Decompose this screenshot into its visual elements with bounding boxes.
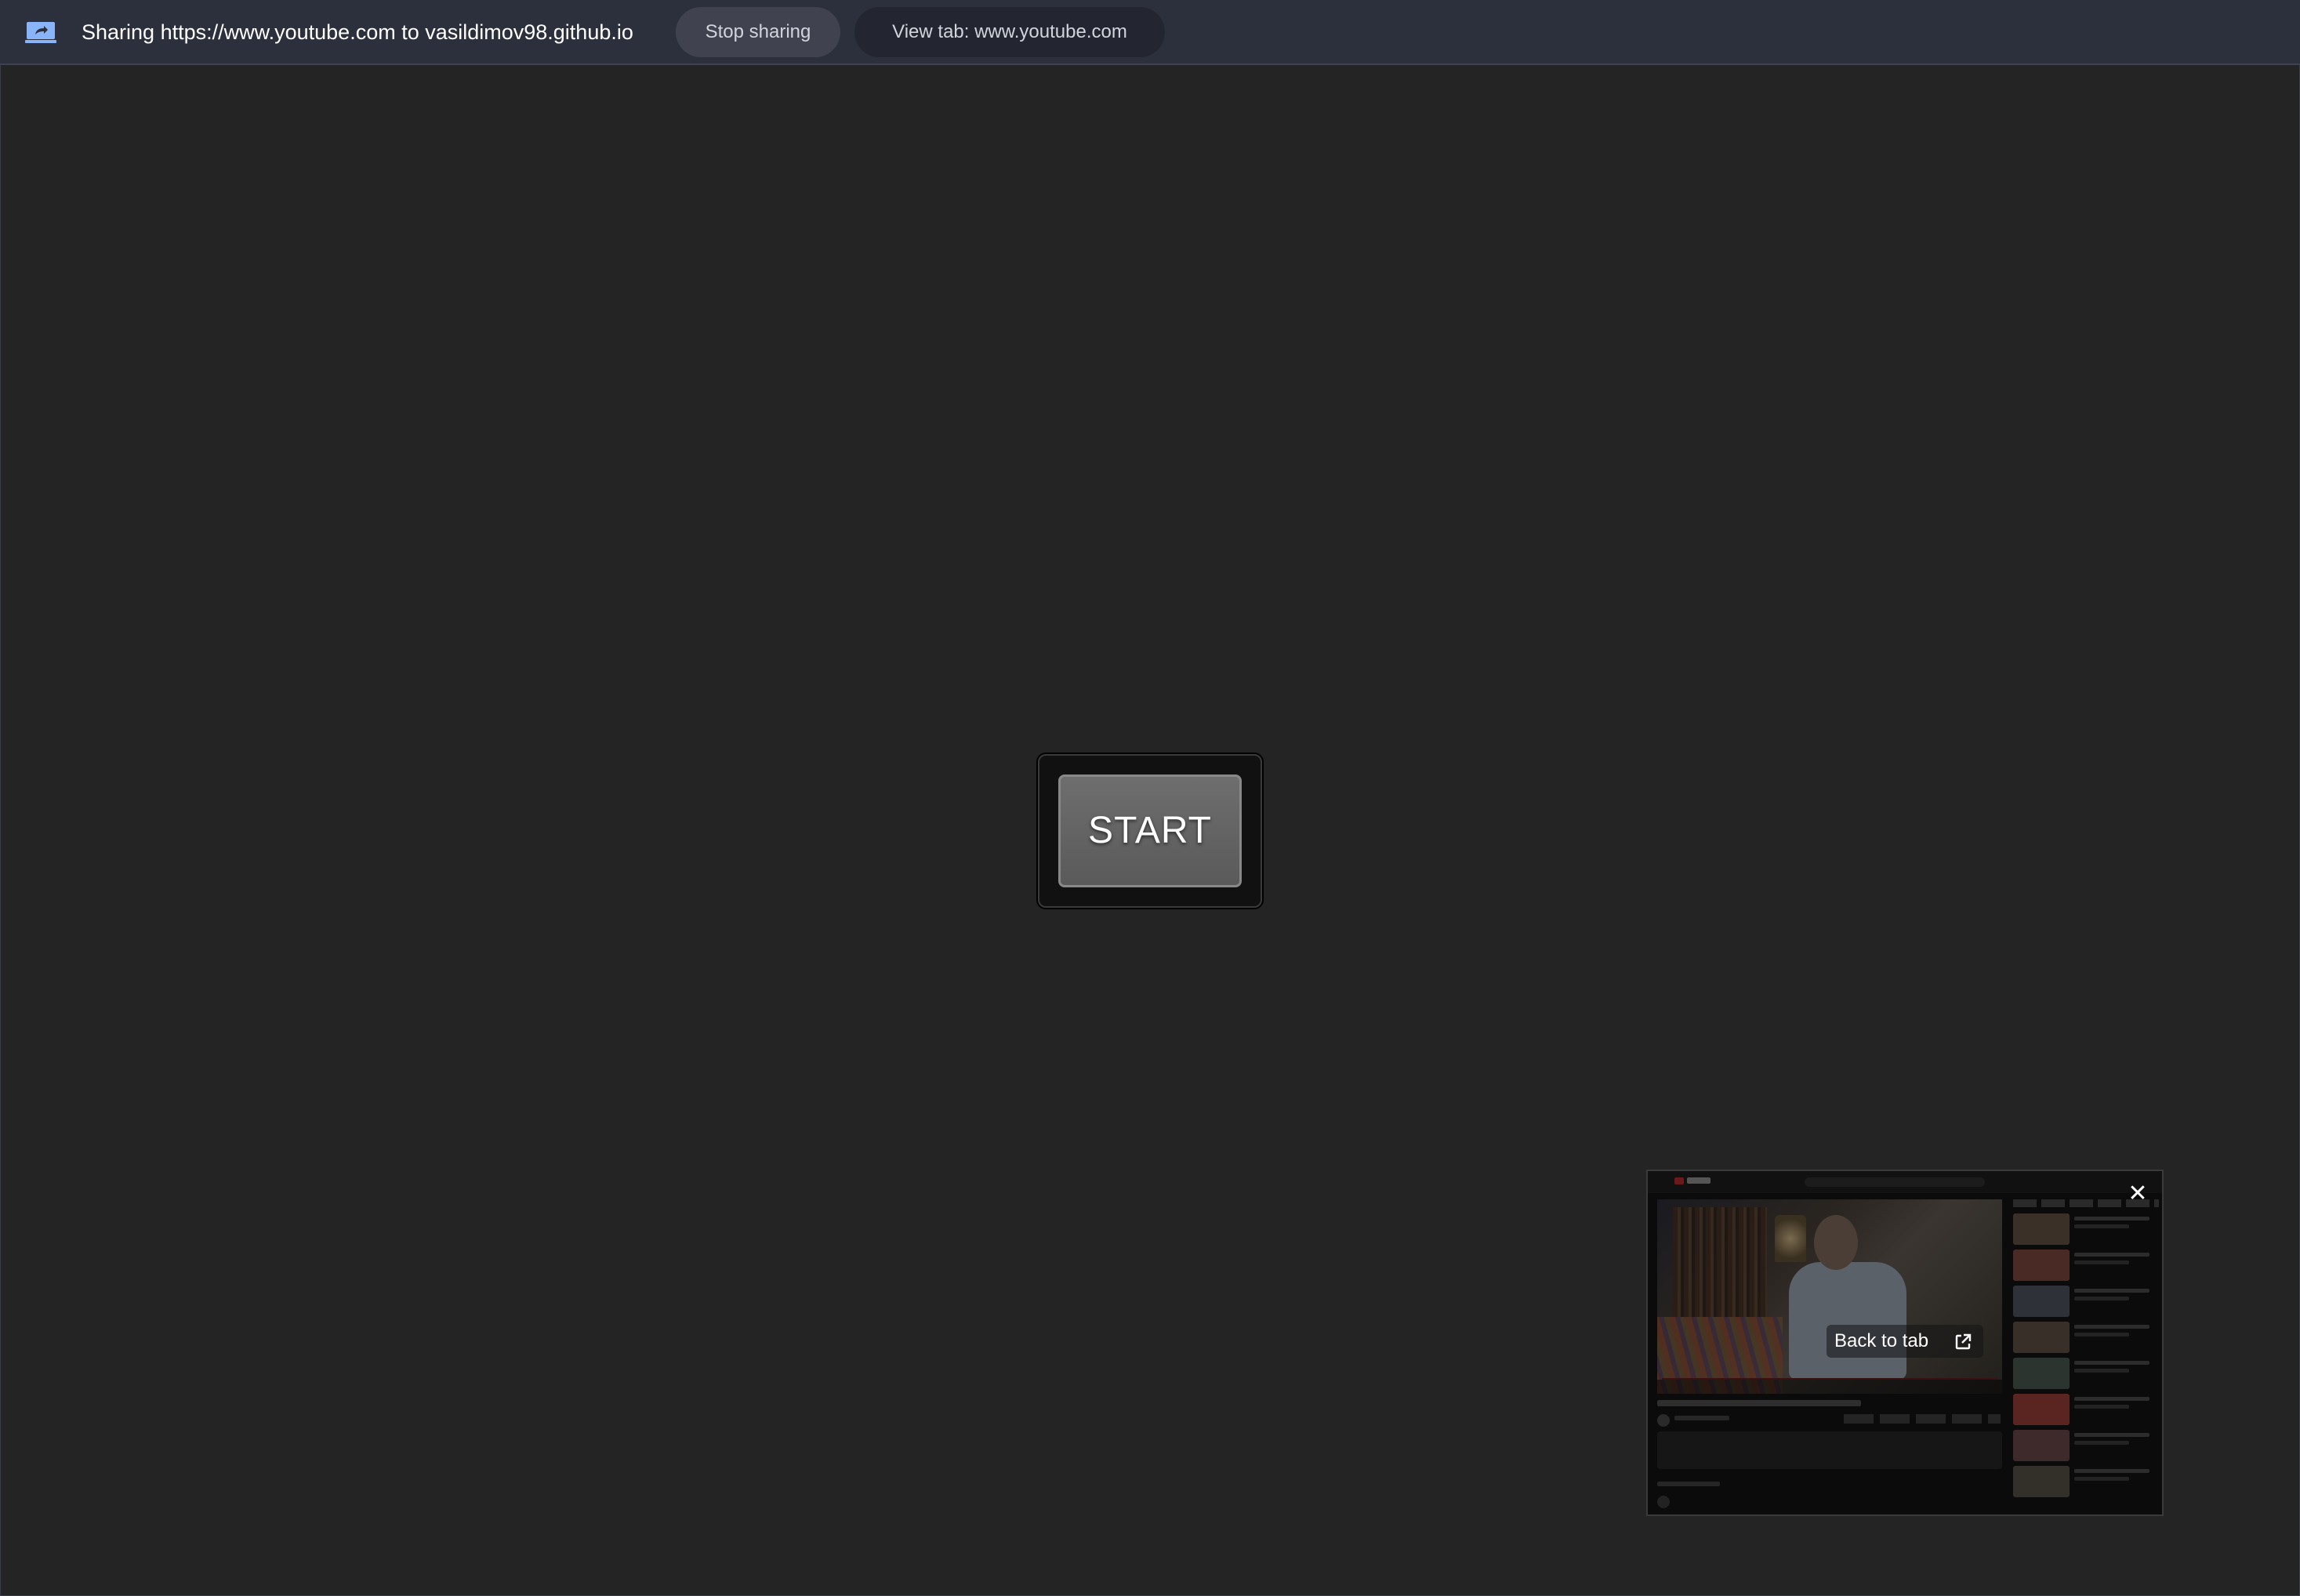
preview-rec-thumb — [2013, 1466, 2070, 1497]
preview-action-buttons — [1844, 1414, 2001, 1424]
preview-rec-title — [2074, 1325, 2149, 1329]
preview-rec-thumb — [2013, 1213, 2070, 1245]
screen-share-icon — [25, 22, 56, 43]
preview-rec-title — [2074, 1253, 2149, 1257]
preview-rec-title — [2074, 1433, 2149, 1437]
preview-channel-name — [1674, 1416, 1729, 1420]
sharing-message: Sharing https://www.youtube.com to vasil… — [82, 20, 633, 44]
close-icon[interactable]: ✕ — [2126, 1182, 2149, 1206]
preview-rec-title — [2074, 1469, 2149, 1473]
preview-person-body — [1789, 1262, 1906, 1380]
preview-search-bar — [1805, 1177, 1985, 1187]
preview-comments-header — [1657, 1482, 1720, 1486]
preview-rec-item — [2013, 1286, 2159, 1317]
preview-video — [1657, 1199, 2002, 1394]
preview-logo-text — [1687, 1177, 1710, 1184]
preview-rec-title — [2074, 1397, 2149, 1401]
preview-rec-item — [2013, 1430, 2159, 1461]
preview-video-title — [1657, 1400, 1861, 1406]
preview-rec-title — [2074, 1217, 2149, 1221]
preview-channel-avatar — [1657, 1414, 1670, 1427]
preview-rec-title — [2074, 1361, 2149, 1365]
preview-rec-thumb — [2013, 1322, 2070, 1353]
preview-rec-item — [2013, 1394, 2159, 1425]
preview-bookshelf — [1673, 1207, 1767, 1317]
preview-rec-meta — [2074, 1405, 2129, 1409]
start-button[interactable]: START — [1058, 774, 1242, 887]
back-to-tab-button[interactable]: Back to tab — [1827, 1325, 1983, 1358]
preview-rec-meta — [2074, 1297, 2129, 1300]
view-tab-button[interactable]: View tab: www.youtube.com — [854, 7, 1165, 57]
back-to-tab-label: Back to tab — [1834, 1330, 1929, 1351]
preview-rec-item — [2013, 1213, 2159, 1245]
preview-rec-meta — [2074, 1477, 2129, 1481]
preview-rec-title — [2074, 1289, 2149, 1293]
preview-rec-thumb — [2013, 1286, 2070, 1317]
preview-recommendations — [2013, 1199, 2159, 1513]
preview-rec-meta — [2074, 1369, 2129, 1373]
preview-rec-item — [2013, 1322, 2159, 1353]
preview-rec-meta — [2074, 1260, 2129, 1264]
preview-rec-meta — [2074, 1224, 2129, 1228]
preview-comment-avatar — [1657, 1496, 1670, 1508]
preview-rec-thumb — [2013, 1430, 2070, 1461]
start-button-frame: START — [1038, 754, 1262, 908]
preview-rec-thumb — [2013, 1394, 2070, 1425]
preview-logo-icon — [1674, 1177, 1684, 1184]
preview-rec-thumb — [2013, 1250, 2070, 1281]
stop-sharing-button[interactable]: Stop sharing — [676, 7, 840, 57]
preview-person-head — [1814, 1215, 1858, 1270]
preview-rec-item — [2013, 1466, 2159, 1497]
preview-rec-item — [2013, 1358, 2159, 1389]
preview-lamp — [1775, 1215, 1806, 1262]
sharing-bar: Sharing https://www.youtube.com to vasil… — [0, 0, 2300, 65]
preview-rec-thumb — [2013, 1358, 2070, 1389]
open-in-new-icon — [1955, 1333, 1972, 1350]
preview-description — [1657, 1431, 2002, 1469]
preview-video-controls — [1657, 1380, 2002, 1394]
preview-rec-item — [2013, 1250, 2159, 1281]
preview-topbar — [1648, 1171, 2162, 1193]
preview-rec-meta — [2074, 1333, 2129, 1337]
preview-rec-meta — [2074, 1441, 2129, 1445]
